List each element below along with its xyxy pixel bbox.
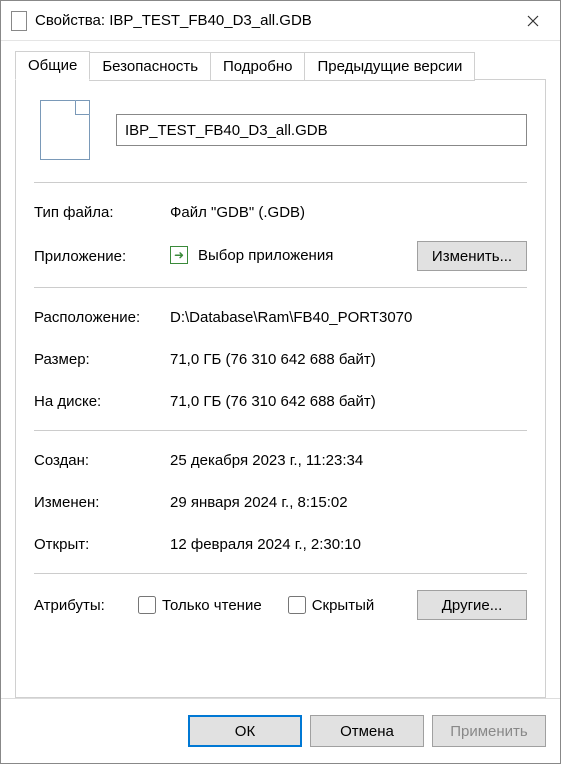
- application-name: Выбор приложения: [198, 247, 333, 264]
- label-filetype: Тип файла:: [34, 204, 170, 221]
- value-modified: 29 января 2024 г., 8:15:02: [170, 494, 527, 511]
- value-location: D:\Database\Ram\FB40_PORT3070: [170, 309, 527, 326]
- properties-dialog: Свойства: IBP_TEST_FB40_D3_all.GDB Общие…: [0, 0, 561, 764]
- close-icon: [527, 15, 539, 27]
- tab-previous-versions[interactable]: Предыдущие версии: [304, 52, 475, 81]
- label-application: Приложение:: [34, 248, 170, 265]
- label-sizeondisk: На диске:: [34, 393, 170, 410]
- separator: [34, 430, 527, 431]
- label-accessed: Открыт:: [34, 536, 170, 553]
- close-button[interactable]: [510, 6, 556, 36]
- checkbox-readonly[interactable]: [138, 596, 156, 614]
- checkbox-readonly-wrap[interactable]: Только чтение: [134, 593, 262, 617]
- arrow-right-icon: ➜: [170, 246, 188, 264]
- tab-security[interactable]: Безопасность: [89, 52, 211, 81]
- value-sizeondisk: 71,0 ГБ (76 310 642 688 байт): [170, 393, 527, 410]
- tab-general[interactable]: Общие: [15, 51, 90, 80]
- filename-input[interactable]: [116, 114, 527, 146]
- file-icon: [11, 11, 27, 31]
- label-location: Расположение:: [34, 309, 170, 326]
- label-attributes: Атрибуты:: [34, 597, 130, 614]
- value-accessed: 12 февраля 2024 г., 2:30:10: [170, 536, 527, 553]
- separator: [34, 287, 527, 288]
- cancel-button[interactable]: Отмена: [310, 715, 424, 747]
- separator: [34, 182, 527, 183]
- tab-pane-general: Тип файла: Файл "GDB" (.GDB) Приложение:…: [15, 79, 546, 698]
- label-created: Создан:: [34, 452, 170, 469]
- value-filetype: Файл "GDB" (.GDB): [170, 204, 527, 221]
- titlebar: Свойства: IBP_TEST_FB40_D3_all.GDB: [1, 1, 560, 41]
- content-area: Общие Безопасность Подробно Предыдущие в…: [1, 41, 560, 698]
- ok-button[interactable]: ОК: [188, 715, 302, 747]
- label-modified: Изменен:: [34, 494, 170, 511]
- checkbox-hidden-wrap[interactable]: Скрытый: [284, 593, 375, 617]
- label-hidden: Скрытый: [312, 597, 375, 614]
- other-attributes-button[interactable]: Другие...: [417, 590, 527, 620]
- tab-details[interactable]: Подробно: [210, 52, 305, 81]
- dialog-footer: ОК Отмена Применить: [1, 698, 560, 763]
- window-title: Свойства: IBP_TEST_FB40_D3_all.GDB: [35, 12, 510, 29]
- checkbox-hidden[interactable]: [288, 596, 306, 614]
- label-readonly: Только чтение: [162, 597, 262, 614]
- apply-button[interactable]: Применить: [432, 715, 546, 747]
- value-application: ➜ Выбор приложения: [170, 247, 417, 265]
- label-size: Размер:: [34, 351, 170, 368]
- tab-strip: Общие Безопасность Подробно Предыдущие в…: [15, 51, 546, 80]
- change-app-button[interactable]: Изменить...: [417, 241, 527, 271]
- value-created: 25 декабря 2023 г., 11:23:34: [170, 452, 527, 469]
- separator: [34, 573, 527, 574]
- value-size: 71,0 ГБ (76 310 642 688 байт): [170, 351, 527, 368]
- file-type-icon: [40, 100, 90, 160]
